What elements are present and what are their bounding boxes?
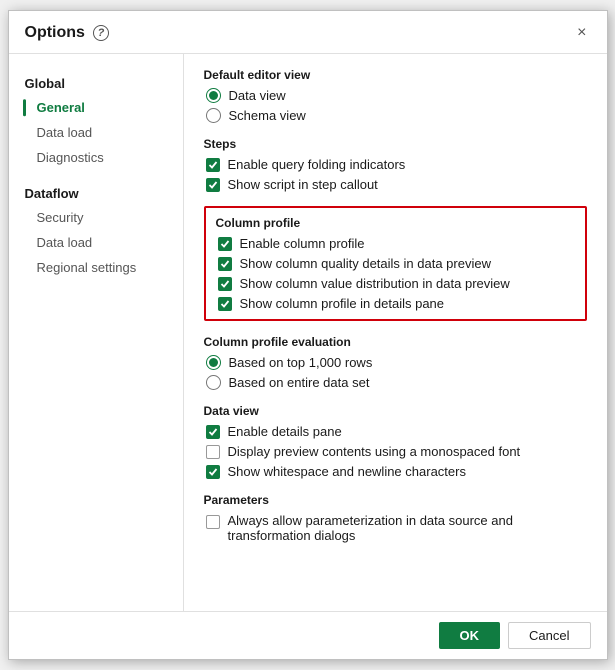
checkbox-quality-details[interactable] xyxy=(218,257,232,271)
checkbox-whitespace-newline[interactable] xyxy=(206,465,220,479)
parameters-label: Parameters xyxy=(204,493,587,507)
cancel-button[interactable]: Cancel xyxy=(508,622,590,649)
options-dialog: Options ? × Global General Data load Dia… xyxy=(8,10,608,660)
column-profile-eval-options: Based on top 1,000 rows Based on entire … xyxy=(204,355,587,390)
section-steps: Steps Enable query folding indicators Sh… xyxy=(204,137,587,192)
main-content: Default editor view Data view Schema vie… xyxy=(184,54,607,611)
radio-top-1000[interactable] xyxy=(206,355,221,370)
checkbox-profile-details-pane-label: Show column profile in details pane xyxy=(240,296,445,311)
checkbox-allow-parameterization-label: Always allow parameterization in data so… xyxy=(228,513,587,543)
checkbox-row-monospaced-font: Display preview contents using a monospa… xyxy=(206,444,587,459)
checkbox-enable-details-pane-label: Enable details pane xyxy=(228,424,342,439)
checkbox-row-value-distribution: Show column value distribution in data p… xyxy=(218,276,575,291)
radio-entire-dataset[interactable] xyxy=(206,375,221,390)
radio-data-view-label: Data view xyxy=(229,88,286,103)
data-view-label: Data view xyxy=(204,404,587,418)
close-button[interactable]: × xyxy=(573,23,590,43)
checkbox-script-step[interactable] xyxy=(206,178,220,192)
sidebar: Global General Data load Diagnostics Dat… xyxy=(9,54,184,611)
section-data-view: Data view Enable details pane Display pr… xyxy=(204,404,587,479)
checkbox-quality-details-label: Show column quality details in data prev… xyxy=(240,256,491,271)
dialog-title: Options xyxy=(25,24,85,42)
checkbox-row-script-step: Show script in step callout xyxy=(206,177,587,192)
steps-label: Steps xyxy=(204,137,587,151)
sidebar-dataflow-label: Dataflow xyxy=(9,180,183,205)
radio-row-data-view: Data view xyxy=(206,88,587,103)
radio-schema-view-label: Schema view xyxy=(229,108,306,123)
checkbox-row-enable-col-profile: Enable column profile xyxy=(218,236,575,251)
checkbox-allow-parameterization[interactable] xyxy=(206,515,220,529)
ok-button[interactable]: OK xyxy=(439,622,501,649)
section-parameters: Parameters Always allow parameterization… xyxy=(204,493,587,543)
radio-schema-view[interactable] xyxy=(206,108,221,123)
section-default-editor-view: Default editor view Data view Schema vie… xyxy=(204,68,587,123)
checkbox-enable-col-profile-label: Enable column profile xyxy=(240,236,365,251)
sidebar-item-data-load-df[interactable]: Data load xyxy=(9,230,183,255)
checkbox-monospaced-font[interactable] xyxy=(206,445,220,459)
dialog-body: Global General Data load Diagnostics Dat… xyxy=(9,54,607,611)
checkbox-profile-details-pane[interactable] xyxy=(218,297,232,311)
sidebar-global-label: Global xyxy=(9,70,183,95)
radio-data-view[interactable] xyxy=(206,88,221,103)
checkbox-row-quality-details: Show column quality details in data prev… xyxy=(218,256,575,271)
data-view-checkboxes: Enable details pane Display preview cont… xyxy=(204,424,587,479)
checkbox-row-allow-parameterization: Always allow parameterization in data so… xyxy=(206,513,587,543)
radio-entire-dataset-label: Based on entire data set xyxy=(229,375,370,390)
sidebar-item-data-load[interactable]: Data load xyxy=(9,120,183,145)
radio-row-top-1000: Based on top 1,000 rows xyxy=(206,355,587,370)
parameters-checkboxes: Always allow parameterization in data so… xyxy=(204,513,587,543)
section-column-profile-eval: Column profile evaluation Based on top 1… xyxy=(204,335,587,390)
checkbox-row-enable-details-pane: Enable details pane xyxy=(206,424,587,439)
radio-top-1000-label: Based on top 1,000 rows xyxy=(229,355,373,370)
dialog-footer: OK Cancel xyxy=(9,611,607,659)
default-editor-view-label: Default editor view xyxy=(204,68,587,82)
section-column-profile: Column profile Enable column profile Sho… xyxy=(204,206,587,321)
checkbox-script-step-label: Show script in step callout xyxy=(228,177,378,192)
sidebar-item-diagnostics[interactable]: Diagnostics xyxy=(9,145,183,170)
checkbox-monospaced-font-label: Display preview contents using a monospa… xyxy=(228,444,521,459)
column-profile-checkboxes: Enable column profile Show column qualit… xyxy=(216,236,575,311)
sidebar-item-regional-settings[interactable]: Regional settings xyxy=(9,255,183,280)
title-bar: Options ? × xyxy=(9,11,607,54)
checkbox-row-query-folding: Enable query folding indicators xyxy=(206,157,587,172)
checkbox-whitespace-newline-label: Show whitespace and newline characters xyxy=(228,464,466,479)
checkbox-value-distribution-label: Show column value distribution in data p… xyxy=(240,276,510,291)
checkbox-enable-details-pane[interactable] xyxy=(206,425,220,439)
checkbox-row-whitespace-newline: Show whitespace and newline characters xyxy=(206,464,587,479)
sidebar-item-security[interactable]: Security xyxy=(9,205,183,230)
help-icon[interactable]: ? xyxy=(93,25,109,41)
column-profile-label: Column profile xyxy=(216,216,575,230)
default-editor-view-options: Data view Schema view xyxy=(204,88,587,123)
checkbox-query-folding-label: Enable query folding indicators xyxy=(228,157,406,172)
column-profile-eval-label: Column profile evaluation xyxy=(204,335,587,349)
radio-row-schema-view: Schema view xyxy=(206,108,587,123)
checkbox-row-profile-details-pane: Show column profile in details pane xyxy=(218,296,575,311)
checkbox-value-distribution[interactable] xyxy=(218,277,232,291)
checkbox-enable-col-profile[interactable] xyxy=(218,237,232,251)
steps-checkboxes: Enable query folding indicators Show scr… xyxy=(204,157,587,192)
checkbox-query-folding[interactable] xyxy=(206,158,220,172)
radio-row-entire-dataset: Based on entire data set xyxy=(206,375,587,390)
sidebar-item-general[interactable]: General xyxy=(9,95,183,120)
